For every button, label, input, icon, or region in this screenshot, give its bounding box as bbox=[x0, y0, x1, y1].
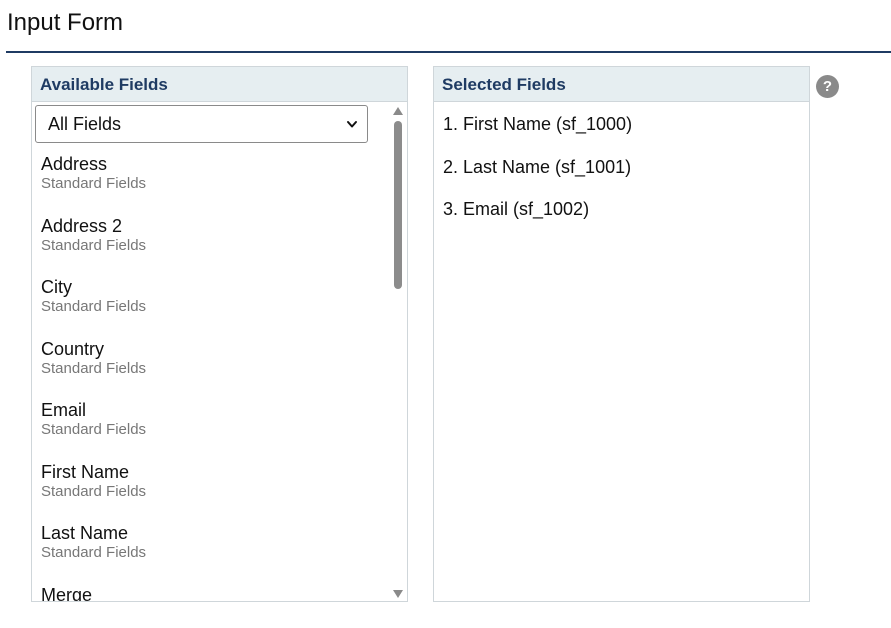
field-group: Standard Fields bbox=[41, 421, 147, 438]
page-title: Input Form bbox=[7, 9, 124, 36]
selected-fields-list: 1. First Name (sf_1000) 2. Last Name (sf… bbox=[443, 113, 632, 241]
field-group: Standard Fields bbox=[41, 544, 147, 561]
title-divider bbox=[6, 51, 891, 53]
available-fields-scrollbar[interactable] bbox=[391, 104, 405, 601]
field-name: First Name bbox=[41, 461, 130, 482]
field-filter-select[interactable]: All Fields bbox=[35, 105, 368, 143]
field-group: Standard Fields bbox=[41, 175, 147, 192]
list-item-email[interactable]: Email Standard Fields bbox=[32, 399, 392, 461]
selected-item-email[interactable]: 3. Email (sf_1002) bbox=[443, 198, 632, 241]
scroll-down-arrow-icon[interactable] bbox=[392, 589, 404, 599]
field-group: Standard Fields bbox=[41, 482, 147, 500]
selected-fields-header: Selected Fields bbox=[434, 67, 809, 102]
available-fields-list: Address Standard Fields Address 2 Standa… bbox=[32, 153, 392, 602]
field-name: City bbox=[41, 277, 72, 297]
chevron-down-icon bbox=[347, 121, 357, 128]
scrollbar-thumb[interactable] bbox=[394, 121, 402, 289]
list-item-country[interactable]: Country Standard Fields bbox=[32, 338, 392, 400]
field-name: Address bbox=[41, 154, 108, 174]
available-fields-header: Available Fields bbox=[32, 67, 407, 102]
selected-item-last-name[interactable]: 2. Last Name (sf_1001) bbox=[443, 156, 632, 199]
scroll-up-arrow-icon[interactable] bbox=[392, 106, 404, 116]
list-item-address[interactable]: Address Standard Fields bbox=[32, 153, 392, 215]
field-group: Standard Fields bbox=[41, 236, 147, 254]
field-name: Merge bbox=[41, 584, 93, 602]
field-group: Standard Fields bbox=[41, 359, 147, 377]
available-fields-panel: Available Fields All Fields Address Stan… bbox=[31, 66, 408, 602]
list-item-last-name[interactable]: Last Name Standard Fields bbox=[32, 522, 392, 584]
selected-fields-panel: Selected Fields 1. First Name (sf_1000) … bbox=[433, 66, 810, 602]
list-item-merge[interactable]: Merge bbox=[32, 584, 392, 602]
list-item-city[interactable]: City Standard Fields bbox=[32, 276, 392, 338]
field-name: Email bbox=[41, 400, 87, 420]
field-name: Country bbox=[41, 338, 105, 359]
field-filter-value: All Fields bbox=[48, 114, 122, 134]
list-item-address-2[interactable]: Address 2 Standard Fields bbox=[32, 215, 392, 277]
field-group: Standard Fields bbox=[41, 298, 147, 315]
field-name: Last Name bbox=[41, 523, 129, 543]
selected-item-first-name[interactable]: 1. First Name (sf_1000) bbox=[443, 113, 632, 156]
help-icon[interactable]: ? bbox=[816, 75, 839, 98]
list-item-first-name[interactable]: First Name Standard Fields bbox=[32, 461, 392, 523]
field-name: Address 2 bbox=[41, 215, 123, 236]
